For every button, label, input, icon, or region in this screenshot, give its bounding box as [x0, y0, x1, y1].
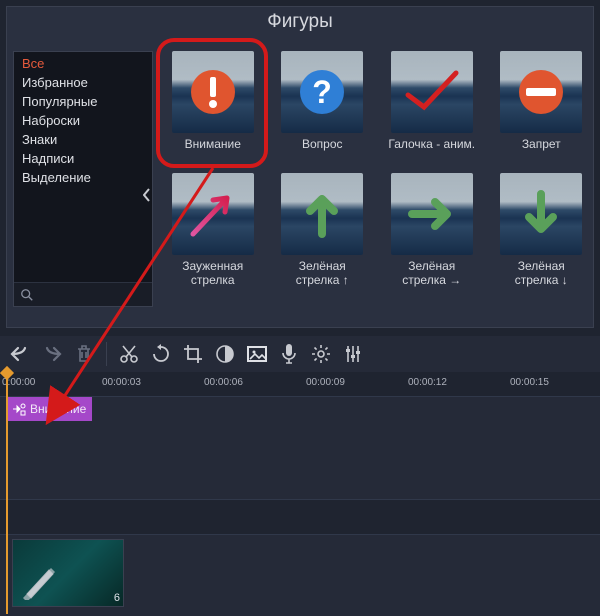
sidebar-item-highlight[interactable]: Выделение [14, 168, 152, 187]
spacer-track [0, 500, 600, 534]
shape-label: Галочка - аним. [388, 137, 475, 165]
question-icon: ? [281, 51, 363, 133]
shape-label: Зелёная стрелка ↑ [277, 259, 369, 288]
title-clip-label: Внимание [30, 402, 86, 416]
settings-button[interactable] [305, 339, 337, 369]
playhead[interactable] [6, 374, 8, 614]
shapes-grid: Внимание ? Вопрос Галочка - аним. [167, 51, 587, 329]
shape-label: Зелёная стрелка ↓ [496, 259, 588, 288]
crop-button[interactable] [177, 339, 209, 369]
video-clip-label: 6 [114, 592, 120, 604]
ruler-tick: 00:00:09 [306, 377, 345, 388]
collapse-sidebar-icon[interactable] [140, 180, 154, 210]
brush-icon [21, 560, 71, 600]
ruler-tick: 00:00:15 [510, 377, 549, 388]
sidebar-item-sketches[interactable]: Наброски [14, 111, 152, 130]
sidebar-item-signs[interactable]: Знаки [14, 130, 152, 149]
shapes-row: Зауженная стрелка Зелёная стрелка ↑ Зелё… [167, 173, 587, 288]
transition-icon [12, 402, 26, 416]
shape-arrow-right[interactable]: Зелёная стрелка → [386, 173, 478, 288]
shape-label: Зелёная стрелка → [386, 259, 478, 288]
toolbar [0, 336, 600, 372]
sidebar-item-captions[interactable]: Надписи [14, 149, 152, 168]
category-list: Все Избранное Популярные Наброски Знаки … [14, 52, 152, 189]
shape-attention[interactable]: Внимание [167, 51, 259, 165]
check-icon [391, 51, 473, 133]
shape-label: Зауженная стрелка [167, 259, 259, 288]
panel-title: Фигуры [7, 7, 593, 35]
shape-question[interactable]: ? Вопрос [277, 51, 369, 165]
arrow-up-icon [281, 173, 363, 255]
rotate-button[interactable] [145, 339, 177, 369]
title-clip-attention[interactable]: Внимание [6, 397, 92, 421]
shape-forbid[interactable]: Запрет [496, 51, 588, 165]
cut-button[interactable] [113, 339, 145, 369]
shapes-row: Внимание ? Вопрос Галочка - аним. [167, 51, 587, 165]
arrow-right-icon [391, 173, 473, 255]
undo-button[interactable] [4, 339, 36, 369]
ruler-tick: 00:00:03 [102, 377, 141, 388]
toolbar-separator [106, 342, 107, 366]
sidebar-item-favorites[interactable]: Избранное [14, 73, 152, 92]
ruler-tick: 00:00:06 [204, 377, 243, 388]
titles-track[interactable]: Внимание [0, 396, 600, 500]
video-track[interactable]: 6 [0, 534, 600, 616]
search-icon[interactable] [14, 282, 152, 306]
shape-narrow-arrow[interactable]: Зауженная стрелка [167, 173, 259, 288]
video-clip[interactable]: 6 [12, 539, 124, 607]
attention-icon [172, 51, 254, 133]
shape-arrow-up[interactable]: Зелёная стрелка ↑ [277, 173, 369, 288]
svg-text:?: ? [312, 74, 332, 110]
shape-label: Запрет [522, 137, 561, 165]
delete-button[interactable] [68, 339, 100, 369]
shape-label: Вопрос [302, 137, 343, 165]
contrast-button[interactable] [209, 339, 241, 369]
shape-check[interactable]: Галочка - аним. [386, 51, 478, 165]
image-button[interactable] [241, 339, 273, 369]
sidebar-item-all[interactable]: Все [14, 54, 152, 73]
redo-button[interactable] [36, 339, 68, 369]
timeline-ruler[interactable]: 0:00:00 00:00:03 00:00:06 00:00:09 00:00… [0, 374, 600, 396]
shape-label: Внимание [185, 137, 241, 165]
shape-arrow-down[interactable]: Зелёная стрелка ↓ [496, 173, 588, 288]
shapes-panel: Фигуры Все Избранное Популярные Наброски… [6, 6, 594, 328]
sliders-button[interactable] [337, 339, 369, 369]
ruler-tick: 00:00:12 [408, 377, 447, 388]
category-sidebar: Все Избранное Популярные Наброски Знаки … [13, 51, 153, 307]
mic-button[interactable] [273, 339, 305, 369]
forbid-icon [500, 51, 582, 133]
arrow-pink-icon [172, 173, 254, 255]
sidebar-item-popular[interactable]: Популярные [14, 92, 152, 111]
arrow-down-icon [500, 173, 582, 255]
